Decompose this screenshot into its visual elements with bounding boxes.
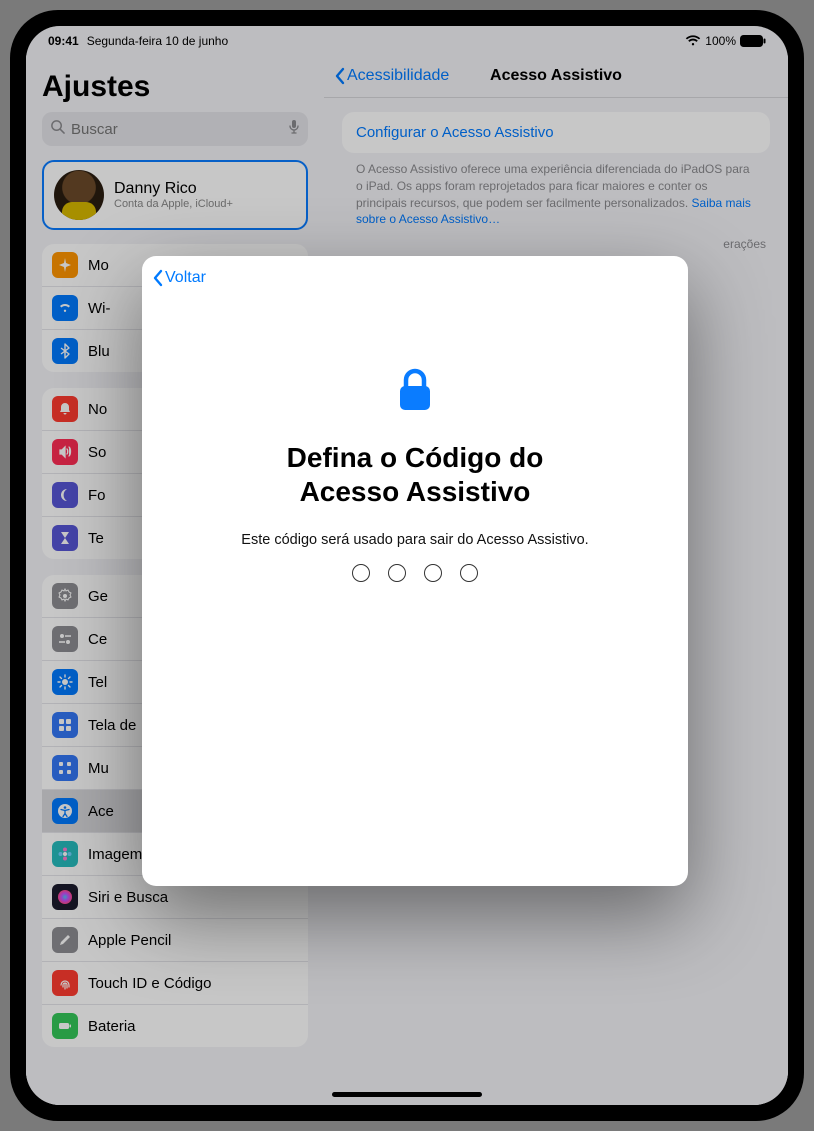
configure-label: Configurar o Acesso Assistivo: [356, 124, 554, 141]
home-indicator[interactable]: [332, 1092, 482, 1097]
moon-icon: [52, 482, 78, 508]
passcode-dot: [424, 564, 442, 582]
profile-name: Danny Rico: [114, 180, 233, 198]
apps-icon: [52, 755, 78, 781]
modal-title: Defina o Código do Acesso Assistivo: [287, 441, 544, 508]
search-field[interactable]: [42, 112, 308, 146]
flower-icon: [52, 841, 78, 867]
screen: 09:41 Segunda-feira 10 de junho 100% Aju…: [26, 26, 788, 1105]
mic-icon[interactable]: [288, 119, 300, 140]
sidebar-item-label: Siri e Busca: [88, 889, 168, 906]
switches-icon: [52, 626, 78, 652]
battery-percentage: 100%: [705, 34, 736, 48]
sidebar-item-label: Tel: [88, 674, 107, 691]
sun-icon: [52, 669, 78, 695]
sidebar-item-label: Wi-: [88, 300, 111, 317]
modal-subtitle: Este código será usado para sair do Aces…: [241, 532, 588, 548]
sidebar-item[interactable]: Bateria: [42, 1005, 308, 1047]
description-text: O Acesso Assistivo oferece uma experiênc…: [342, 153, 770, 228]
ipad-device-frame: 09:41 Segunda-feira 10 de junho 100% Aju…: [10, 10, 804, 1121]
sidebar-item-label: Tela de: [88, 717, 136, 734]
grid-icon: [52, 712, 78, 738]
touchid-icon: [52, 970, 78, 996]
sidebar-item-label: Bateria: [88, 1018, 136, 1035]
battery-icon: [52, 1013, 78, 1039]
search-icon: [50, 119, 65, 139]
sidebar-item-label: No: [88, 401, 107, 418]
passcode-dot: [388, 564, 406, 582]
detail-navbar: Acessibilidade Acesso Assistivo: [324, 54, 788, 98]
profile-card[interactable]: Danny Rico Conta da Apple, iCloud+: [42, 160, 308, 230]
sidebar-item-label: Mo: [88, 257, 109, 274]
back-button[interactable]: Acessibilidade: [334, 67, 449, 85]
wifi-icon: [685, 35, 701, 47]
passcode-input[interactable]: [352, 564, 478, 582]
status-date: Segunda-feira 10 de junho: [87, 34, 228, 48]
sidebar-item-label: Fo: [88, 487, 106, 504]
search-input[interactable]: [71, 121, 282, 138]
sidebar-item[interactable]: Touch ID e Código: [42, 962, 308, 1005]
wifi-icon: [52, 295, 78, 321]
sidebar-item-label: Ge: [88, 588, 108, 605]
sidebar-title: Ajustes: [26, 64, 324, 112]
modal-back-label: Voltar: [165, 269, 206, 287]
trailing-cutoff-text: erações: [342, 228, 770, 253]
sidebar-item-label: Ace: [88, 803, 114, 820]
bell-icon: [52, 396, 78, 422]
sidebar-item[interactable]: Apple Pencil: [42, 919, 308, 962]
profile-subtitle: Conta da Apple, iCloud+: [114, 198, 233, 210]
modal-back-button[interactable]: Voltar: [152, 269, 206, 287]
configure-assistive-access[interactable]: Configurar o Acesso Assistivo: [342, 112, 770, 153]
sidebar-item-label: Mu: [88, 760, 109, 777]
airplane-icon: [52, 252, 78, 278]
passcode-dot: [352, 564, 370, 582]
siri-icon: [52, 884, 78, 910]
speaker-icon: [52, 439, 78, 465]
avatar: [54, 170, 104, 220]
pencil-icon: [52, 927, 78, 953]
sidebar-item-label: Apple Pencil: [88, 932, 171, 949]
page-title: Acesso Assistivo: [490, 67, 622, 85]
sidebar-item-label: So: [88, 444, 106, 461]
lock-icon: [394, 366, 436, 421]
back-label: Acessibilidade: [347, 67, 449, 85]
gear-icon: [52, 583, 78, 609]
accessibility-icon: [52, 798, 78, 824]
sidebar-item-label: Touch ID e Código: [88, 975, 211, 992]
passcode-modal: Voltar Defina o Código do Acesso Assisti…: [142, 256, 688, 886]
status-time: 09:41: [48, 34, 79, 48]
sidebar-item-label: Ce: [88, 631, 107, 648]
passcode-dot: [460, 564, 478, 582]
chevron-left-icon: [152, 269, 163, 287]
hourglass-icon: [52, 525, 78, 551]
status-bar: 09:41 Segunda-feira 10 de junho 100%: [26, 26, 788, 52]
chevron-left-icon: [334, 67, 345, 85]
battery-icon: [740, 35, 766, 47]
sidebar-item-label: Te: [88, 530, 104, 547]
sidebar-item-label: Blu: [88, 343, 110, 360]
bluetooth-icon: [52, 338, 78, 364]
